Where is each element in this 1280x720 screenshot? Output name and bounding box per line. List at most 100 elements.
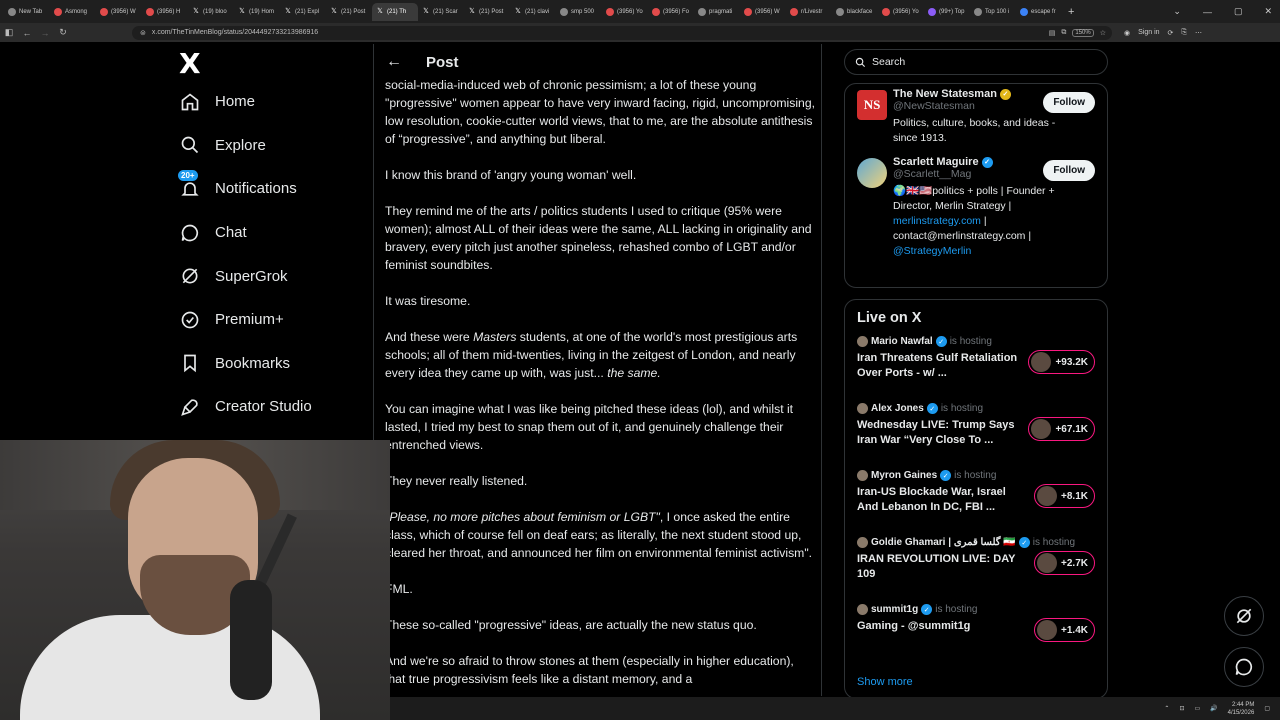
browser-tab[interactable]: (99+) Top [924,3,970,21]
browser-tab[interactable]: 𝕏 (21) clavi [510,3,556,21]
host-name[interactable]: Goldie Ghamari | گلسا قمری 🇮🇷 [871,537,1016,548]
nav-item-explore[interactable]: Explore [175,124,365,168]
browser-tab[interactable]: pragmati [694,3,740,21]
maximize-icon[interactable]: ▢ [1234,6,1243,17]
tray-chevron-icon[interactable]: ⌃ [1164,705,1169,712]
browser-tab[interactable]: (3956) W [96,3,142,21]
site-info-icon[interactable]: ⊜ [140,29,146,37]
avatar[interactable] [857,158,887,188]
network-icon[interactable]: ⊡ [1179,705,1184,712]
extensions-icon[interactable]: ⟳ [1168,29,1174,37]
host-name[interactable]: Myron Gaines [871,470,937,481]
browser-tab[interactable]: New Tab [4,3,50,21]
profile-icon[interactable]: ◉ [1124,29,1130,37]
browser-tab[interactable]: 𝕏 (19) Hom [234,3,280,21]
live-broadcast-item[interactable]: summit1g ✓ is hosting Gaming - @summit1g +1.… [857,604,1095,671]
listener-count-pill[interactable]: +67.1K [1028,417,1095,441]
listener-count-pill[interactable]: +2.7K [1034,551,1095,575]
host-line: summit1g ✓ is hosting [857,604,1095,615]
account-bio: Politics, culture, books, and ideas - si… [893,117,1056,144]
follow-button[interactable]: Follow [1043,92,1095,113]
nav-item-supergrok[interactable]: SuperGrok [175,254,365,298]
verified-icon: ✓ [1018,537,1030,548]
live-broadcast-item[interactable]: Alex Jones ✓ is hosting Wednesday LIVE: Tru… [857,403,1095,470]
follow-button[interactable]: Follow [1043,160,1095,181]
browser-tab[interactable]: (3956) Yo [878,3,924,21]
browser-tab[interactable]: smp 500 [556,3,602,21]
browser-tab[interactable]: (3956) H [142,3,188,21]
url-field[interactable]: ⊜ x.com/TheTinMenBlog/status/20444927332… [132,25,1112,40]
nav-item-home[interactable]: Home [175,80,365,124]
host-name[interactable]: Mario Nawfal [871,336,933,347]
minimize-icon[interactable]: — [1203,7,1212,17]
browser-tab[interactable]: 𝕏 (21) Scar [418,3,464,21]
back-arrow-icon[interactable]: ← [386,53,414,71]
favicon-icon [744,7,752,16]
live-headline[interactable]: Wednesday LIVE: Trump Says Iran War “Ver… [857,418,1019,448]
browser-tab[interactable]: 𝕏 (21) Expl [280,3,326,21]
chat-fab-button[interactable] [1224,647,1264,687]
live-headline[interactable]: IRAN REVOLUTION LIVE: DAY 109 [857,552,1019,582]
bookmark-star-icon[interactable]: ☆ [1100,29,1106,37]
url-text: x.com/TheTinMenBlog/status/2044492733213… [151,29,319,36]
live-broadcast-item[interactable]: Mario Nawfal ✓ is hosting Iran Threatens Gu… [857,336,1095,403]
live-headline[interactable]: Iran Threatens Gulf Retaliation Over Por… [857,351,1019,381]
show-more-link[interactable]: Show more [857,676,913,688]
browser-tab[interactable]: Top 100 i [970,3,1016,21]
live-headline[interactable]: Gaming - @summit1g [857,619,1019,634]
host-name[interactable]: Alex Jones [871,403,924,414]
browser-tab[interactable]: 𝕏 (21) Post [464,3,510,21]
x-logo[interactable]: X [179,48,365,80]
sign-in-label[interactable]: Sign in [1138,29,1159,36]
reader-icon[interactable]: ▤ [1049,29,1056,37]
display-icon[interactable]: ▭ [1194,705,1200,712]
menu-icon[interactable]: ⋯ [1195,29,1202,37]
nav-item-bookmarks[interactable]: Bookmarks [175,342,365,386]
browser-tab[interactable]: blackface [832,3,878,21]
host-name[interactable]: summit1g [871,604,918,615]
notifications-tray-icon[interactable]: ▢ [1264,705,1270,712]
listener-count-pill[interactable]: +8.1K [1034,484,1095,508]
account-suggestion[interactable]: NS The New Statesman ✓ @NewStatesman Poli… [857,88,1095,146]
forward-icon[interactable]: → [36,28,54,38]
listener-count-pill[interactable]: +1.4K [1034,618,1095,642]
nav-item-premium[interactable]: Premium+ [175,298,365,342]
nav-item-chat[interactable]: Chat [175,211,365,255]
reload-icon[interactable]: ↻ [54,27,72,38]
browser-tab[interactable]: 𝕏 (21) Th [372,2,418,21]
sidebar-toggle-icon[interactable]: ◧ [0,27,18,38]
nav-item-notifications[interactable]: 20+ Notifications [175,167,365,211]
browser-tab[interactable]: 𝕏 (21) Post [326,3,372,21]
browser-tab[interactable]: escape fr [1016,3,1062,21]
browser-tab[interactable]: 𝕏 (19) bloo [188,3,234,21]
browser-tab[interactable]: r/Livestr [786,3,832,21]
nav-item-creator-studio[interactable]: Creator Studio [175,385,365,429]
back-icon[interactable]: ← [18,28,36,38]
screenshot-icon[interactable]: ⧉ [1061,29,1066,37]
browser-tab[interactable]: (3956) Fo [648,3,694,21]
avatar[interactable]: NS [857,90,887,120]
grok-fab-button[interactable] [1224,596,1264,636]
tab-list-icon[interactable]: ⌄ [1173,6,1181,17]
tab-label: smp 500 [571,8,595,15]
account-name[interactable]: The New Statesman [893,88,997,100]
browser-tab[interactable]: Asmong [50,3,96,21]
listener-avatar [1037,486,1058,506]
downloads-icon[interactable]: ⎘ [1181,29,1187,37]
account-name[interactable]: Scarlett Maguire [893,156,979,168]
close-window-icon[interactable]: ✕ [1264,6,1272,17]
search-input[interactable]: Search [844,49,1108,75]
bio-link[interactable]: merlinstrategy.com [893,215,981,227]
listener-count-pill[interactable]: +93.2K [1028,350,1095,374]
zoom-indicator[interactable]: 150% [1072,28,1094,37]
browser-tab[interactable]: (3956) Yo [602,3,648,21]
live-broadcast-item[interactable]: Myron Gaines ✓ is hosting Iran-US Blockade … [857,470,1095,537]
live-broadcast-item[interactable]: Goldie Ghamari | گلسا قمری 🇮🇷 ✓ is hosting… [857,537,1095,604]
bio-mention-link[interactable]: @StrategyMerlin [893,245,971,257]
browser-tab[interactable]: (3956) W [740,3,786,21]
volume-icon[interactable]: 🔊 [1210,705,1217,712]
clock[interactable]: 2:44 PM 4/15/2026 [1228,701,1255,717]
live-headline[interactable]: Iran-US Blockade War, Israel And Lebanon… [857,485,1019,515]
new-tab-button[interactable]: + [1068,6,1074,18]
account-suggestion[interactable]: Scarlett Maguire ✓ @Scarlett__Mag 🌍🇬🇧🇺🇸po… [857,156,1095,259]
